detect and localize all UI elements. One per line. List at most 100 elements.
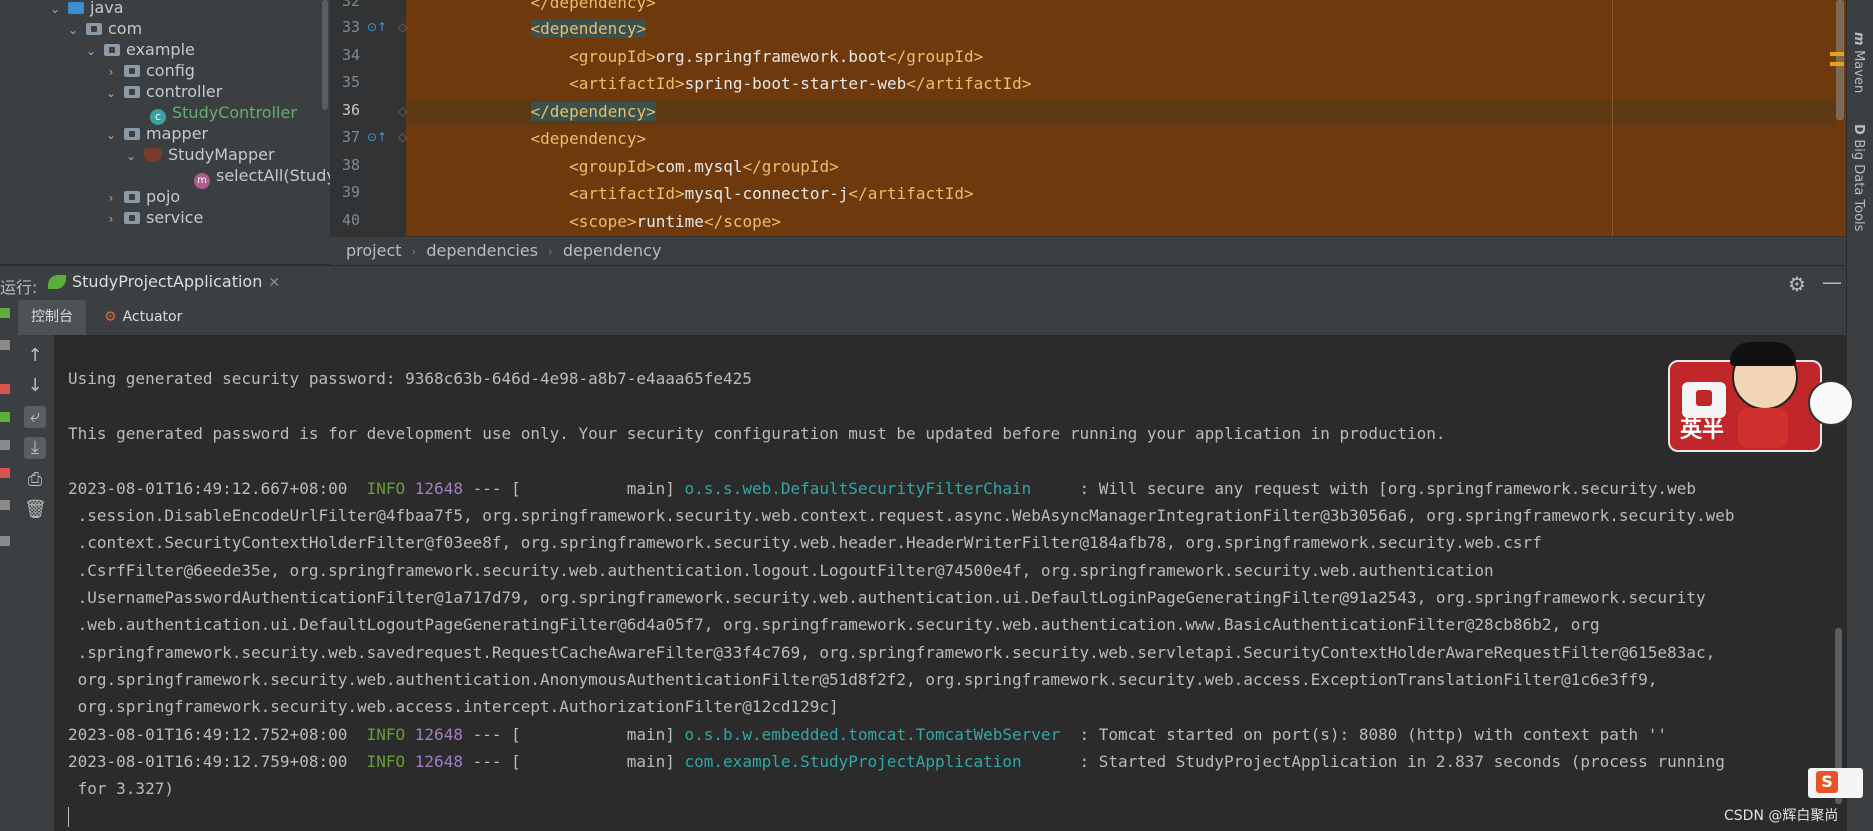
chevron-down-icon: ⌄ bbox=[125, 149, 137, 163]
source-folder-icon bbox=[68, 2, 84, 14]
console-line: org.springframework.security.web.authent… bbox=[68, 670, 1658, 689]
sticker-text: 英半 bbox=[1680, 418, 1725, 443]
tab-console[interactable]: 控制台 bbox=[18, 300, 86, 338]
arrow-up-icon[interactable]: ↑ bbox=[24, 345, 46, 367]
xml-tag: <groupId> bbox=[569, 47, 656, 66]
console-output[interactable]: Using generated security password: 9368c… bbox=[55, 335, 1846, 831]
tree-item-label: service bbox=[146, 208, 204, 227]
csdn-s-icon: S bbox=[1816, 771, 1838, 793]
line-number: 34 bbox=[341, 46, 360, 64]
fold-icon[interactable]: ◇ bbox=[398, 104, 407, 118]
maven-icon: m bbox=[1851, 32, 1866, 51]
minimize-icon[interactable]: — bbox=[1822, 270, 1842, 294]
project-tree: ⌄ java ⌄ com ⌄ example › config ⌄ controller … bbox=[0, 0, 330, 264]
line-number: 32 bbox=[341, 0, 360, 10]
line-number: 40 bbox=[341, 211, 360, 229]
console-line: .UsernamePasswordAuthenticationFilter@1a… bbox=[68, 588, 1706, 607]
xml-text: runtime bbox=[636, 212, 704, 231]
rerun-icon[interactable] bbox=[0, 308, 10, 318]
code-line[interactable]: <scope>runtime</scope> bbox=[492, 209, 781, 235]
warning-marker[interactable] bbox=[1830, 52, 1844, 56]
log-logger: com.example.StudyProjectApplication bbox=[684, 752, 1070, 771]
xml-tag: <dependency> bbox=[530, 19, 647, 38]
console-line: .session.DisableEncodeUrlFilter@4fbaa7f5… bbox=[68, 506, 1735, 525]
tab-actuator[interactable]: ⚙ Actuator bbox=[104, 300, 182, 335]
chevron-down-icon: ⌄ bbox=[105, 128, 117, 142]
gear-icon[interactable]: ⚙ bbox=[1788, 272, 1806, 296]
tree-item-label: pojo bbox=[146, 187, 181, 206]
text-cursor bbox=[68, 807, 69, 827]
big-data-tools-tab[interactable]: D Big Data Tools bbox=[1851, 124, 1866, 231]
tree-item-label: com bbox=[108, 19, 143, 38]
console-line: Using generated security password: 9368c… bbox=[68, 369, 752, 388]
tab-actuator-label: Actuator bbox=[122, 309, 183, 325]
code-line[interactable]: <artifactId>mysql-connector-j</artifactI… bbox=[492, 181, 974, 207]
tree-item-selectall[interactable]: m selectAll(Study): bbox=[194, 164, 330, 189]
chevron-down-icon: ⌄ bbox=[85, 44, 97, 58]
code-line[interactable]: <dependency> bbox=[492, 126, 647, 152]
log-level: INFO bbox=[366, 479, 406, 498]
fold-icon[interactable]: ◇ bbox=[398, 20, 407, 34]
line-number: 36 bbox=[341, 101, 360, 119]
warning-marker[interactable] bbox=[1830, 62, 1844, 66]
csdn-logo: S bbox=[1808, 768, 1863, 798]
package-icon bbox=[124, 191, 140, 203]
xml-text: mysql-connector-j bbox=[684, 184, 849, 203]
xml-text: com.mysql bbox=[655, 157, 743, 176]
breadcrumb-item[interactable]: dependencies bbox=[426, 241, 538, 260]
line-number: 35 bbox=[341, 73, 360, 91]
implemented-marker-icon[interactable]: ⊙↑ bbox=[367, 130, 387, 144]
code-line[interactable]: <groupId>org.springframework.boot</group… bbox=[492, 44, 983, 70]
layout-icon[interactable] bbox=[0, 500, 10, 510]
pin-icon[interactable] bbox=[0, 536, 10, 546]
code-line[interactable]: </dependency> bbox=[492, 99, 656, 125]
sticker-image: 英半 bbox=[1668, 342, 1858, 470]
code-line[interactable]: </dependency> bbox=[492, 0, 656, 16]
camera-icon[interactable] bbox=[0, 440, 10, 450]
cartoon-dog bbox=[1808, 380, 1854, 426]
arrow-down-icon[interactable]: ↓ bbox=[24, 375, 46, 397]
chevron-down-icon: ⌄ bbox=[105, 86, 117, 100]
xml-text: spring-boot-starter-web bbox=[684, 74, 907, 93]
implemented-marker-icon[interactable]: ⊙↑ bbox=[367, 20, 387, 34]
soft-wrap-icon[interactable]: ⤶ bbox=[24, 406, 46, 428]
resume-icon[interactable] bbox=[0, 412, 10, 422]
run-config-tab[interactable]: StudyProjectApplication ✕ bbox=[40, 266, 282, 303]
stop-icon[interactable] bbox=[0, 384, 10, 394]
scroll-to-end-icon[interactable]: ⤓ bbox=[24, 437, 46, 459]
code-line[interactable]: <groupId>com.mysql</groupId> bbox=[492, 154, 839, 180]
print-icon[interactable]: ⎙ bbox=[24, 469, 46, 491]
cartoon-body bbox=[1738, 408, 1788, 448]
console-line: This generated password is for developme… bbox=[68, 424, 1446, 443]
xml-tag: <scope> bbox=[569, 212, 637, 231]
close-icon[interactable]: ✕ bbox=[268, 275, 280, 291]
chevron-down-icon: ⌄ bbox=[49, 2, 61, 16]
editor-scrollbar[interactable] bbox=[1836, 0, 1844, 120]
code-line[interactable]: <artifactId>spring-boot-starter-web</art… bbox=[492, 71, 1031, 97]
package-icon bbox=[124, 212, 140, 224]
tree-item-service[interactable]: › service bbox=[104, 206, 204, 230]
chevron-right-icon: › bbox=[411, 245, 417, 259]
tree-item-label: StudyController bbox=[172, 103, 297, 122]
trash-icon[interactable]: 🗑 bbox=[24, 499, 47, 521]
code-line[interactable]: <dependency> bbox=[492, 16, 647, 42]
log-level: INFO bbox=[366, 725, 406, 744]
console-line: org.springframework.security.web.access.… bbox=[68, 697, 839, 716]
wrench-icon[interactable] bbox=[0, 340, 10, 350]
console-line: 2023-08-01T16:49:12.759+08:00 INFO 12648… bbox=[68, 752, 1725, 771]
line-number: 38 bbox=[341, 156, 360, 174]
console-line: 2023-08-01T16:49:12.667+08:00 INFO 12648… bbox=[68, 479, 1696, 498]
tree-item-label: controller bbox=[146, 82, 223, 101]
breadcrumb-item[interactable]: project bbox=[346, 241, 402, 260]
big-data-tools-icon: D bbox=[1851, 124, 1866, 140]
log-pid: 12648 bbox=[405, 479, 463, 498]
console-line: .CsrfFilter@6eede35e, org.springframewor… bbox=[68, 561, 1494, 580]
maven-tab[interactable]: m Maven bbox=[1851, 32, 1866, 93]
big-data-tools-label: Big Data Tools bbox=[1851, 139, 1866, 232]
tree-scrollbar[interactable] bbox=[322, 0, 328, 110]
fold-icon[interactable]: ◇ bbox=[398, 130, 407, 144]
breadcrumb-item[interactable]: dependency bbox=[563, 241, 662, 260]
method-icon: m bbox=[194, 173, 210, 189]
package-icon bbox=[124, 65, 140, 77]
exit-icon[interactable] bbox=[0, 468, 10, 478]
